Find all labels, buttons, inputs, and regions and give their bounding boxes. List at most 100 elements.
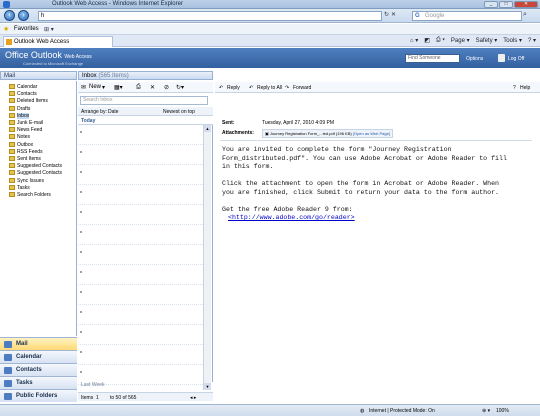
pager-arrows-icon[interactable]: ◂ ▸ [190,395,196,401]
add-favorites-icon[interactable]: ⊞ ▾ [44,26,54,33]
forward-mail-icon[interactable]: ↷ [285,85,289,91]
adobe-reader-link[interactable]: <http://www.adobe.com/go/reader> [222,214,532,223]
safety-menu[interactable]: Safety ▾ [476,37,498,44]
folder-icon [9,156,15,161]
message-row[interactable] [78,245,203,265]
folder-item[interactable]: News Feed [9,127,42,134]
nav-button-mail[interactable]: Mail [0,337,77,350]
help-menu-icon[interactable]: ? ▾ [528,37,536,44]
minimize-button[interactable]: _ [484,1,498,8]
back-icon[interactable]: ‹ [4,10,15,21]
folder-item[interactable]: Sent Items [9,156,41,163]
message-row[interactable] [78,125,203,145]
print-message-icon[interactable]: ⎙ [136,84,141,91]
folder-item[interactable]: Outbox [9,141,33,149]
forward-button[interactable]: Forward [293,85,311,91]
feeds-icon[interactable]: ◩ [424,37,430,44]
message-row[interactable] [78,325,203,345]
logoff-icon [498,54,505,62]
folder-item[interactable]: Suggested Contacts [9,170,62,177]
sent-label: Sent: [222,120,235,126]
favorites-star-icon[interactable]: ★ [3,25,9,33]
adobe-reader-url[interactable]: <http://www.adobe.com/go/reader> [228,214,355,221]
nav-header: Mail [0,71,77,80]
folder-item[interactable]: Search Folders [9,192,51,199]
tab-outlook-web-access[interactable]: Outlook Web Access [3,36,113,47]
new-dropdown-icon[interactable]: ▾ [102,84,105,91]
product-name: Office Outlook [5,50,62,60]
message-row[interactable] [78,265,203,285]
address-input[interactable]: h [38,11,382,21]
refresh-stop-icons[interactable]: ↻✕ [384,11,398,18]
search-icon[interactable]: ⌕ [523,11,527,19]
move-icon[interactable]: ▦▾ [114,84,123,91]
find-someone-input[interactable]: Find Someone [405,54,460,63]
google-icon: G [415,13,420,19]
folder-item[interactable]: Inbox [9,112,30,120]
folder-item[interactable]: Drafts [9,105,30,113]
print-icon[interactable]: ⎙ ▾ [436,37,445,44]
message-row[interactable] [78,165,203,185]
sort-order-toggle[interactable]: Newest on top [163,109,195,115]
folder-item[interactable]: Suggested Contacts [9,163,62,170]
new-message-icon[interactable]: ✉ [81,84,86,91]
reply-button[interactable]: Reply [227,85,240,91]
options-link[interactable]: Options [466,56,483,62]
scroll-up-icon[interactable]: ▲ [204,125,211,132]
attachment-item[interactable]: ▣ Journey Registration Form_...ted.pdf (… [262,129,393,138]
nav-button-public-folders[interactable]: Public Folders [0,389,77,402]
list-scrollbar[interactable]: ▲ ▼ [203,125,211,390]
home-icon[interactable]: ⌂ ▾ [410,37,418,44]
nav-button-contacts[interactable]: Contacts [0,363,77,376]
folder-item[interactable]: RSS Feeds [9,148,43,156]
nav-button-tasks[interactable]: Tasks [0,376,77,389]
zoom-level[interactable]: 100% [496,408,509,414]
nav-button-calendar[interactable]: Calendar [0,350,77,363]
junk-icon[interactable]: ⊘ [164,84,169,91]
folder-item[interactable]: Sync Issues [9,177,44,185]
reply-icon[interactable]: ↶ [219,85,223,91]
folder-item[interactable]: Deleted Items [9,98,48,105]
logoff-link[interactable]: Log Off [508,56,524,62]
reply-all-icon[interactable]: ↶ [249,85,253,91]
tab-label: Outlook Web Access [14,39,70,45]
reply-all-button[interactable]: Reply to All [257,85,282,91]
folder-item[interactable]: Junk E-mail [9,120,43,127]
favorites-button[interactable]: Favorites [14,26,39,32]
owa-logo: Office Outlook Web Access [5,50,92,60]
folder-item[interactable]: Calendar [9,84,37,91]
forward-icon[interactable]: › [18,10,29,21]
zoom-icon[interactable]: ⊕ ▾ [482,408,490,414]
page-menu[interactable]: Page ▾ [451,37,470,44]
delete-icon[interactable]: ✕ [150,84,155,91]
attachment-name[interactable]: Journey Registration Form_...ted.pdf (19… [270,131,352,136]
arrange-by-dropdown[interactable]: Date [108,109,119,115]
maximize-button[interactable]: □ [499,1,513,8]
message-row[interactable] [78,185,203,205]
help-icon[interactable]: ? [513,85,516,91]
message-row[interactable] [78,145,203,165]
new-button[interactable]: New [89,84,101,90]
items-page-input[interactable]: 1 [96,395,99,401]
list-search-input[interactable]: Search Inbox [80,96,208,105]
message-row[interactable] [78,305,203,325]
open-as-web-page-link[interactable]: [Open as Web Page] [353,131,390,136]
folder-icon [9,105,15,111]
folder-item[interactable]: Notes [9,134,30,141]
folder-item[interactable]: Contacts [9,91,37,98]
folder-label: Sent Items [17,156,41,162]
message-row[interactable] [78,345,203,365]
close-button[interactable]: ✕ [514,1,538,8]
message-row[interactable] [78,285,203,305]
message-row[interactable] [78,225,203,245]
message-row[interactable] [78,205,203,225]
folder-label: Suggested Contacts [17,170,63,177]
folder-label: Sync Issues [17,177,44,184]
check-messages-icon[interactable]: ↻▾ [176,84,184,91]
scroll-down-icon[interactable]: ▼ [204,383,211,390]
help-link[interactable]: Help [520,85,530,91]
folder-item[interactable]: Tasks [9,184,30,192]
tools-menu[interactable]: Tools ▾ [503,37,522,44]
window-title: Outlook Web Access - Windows Internet Ex… [52,1,183,7]
search-input[interactable]: G Google [412,11,522,21]
